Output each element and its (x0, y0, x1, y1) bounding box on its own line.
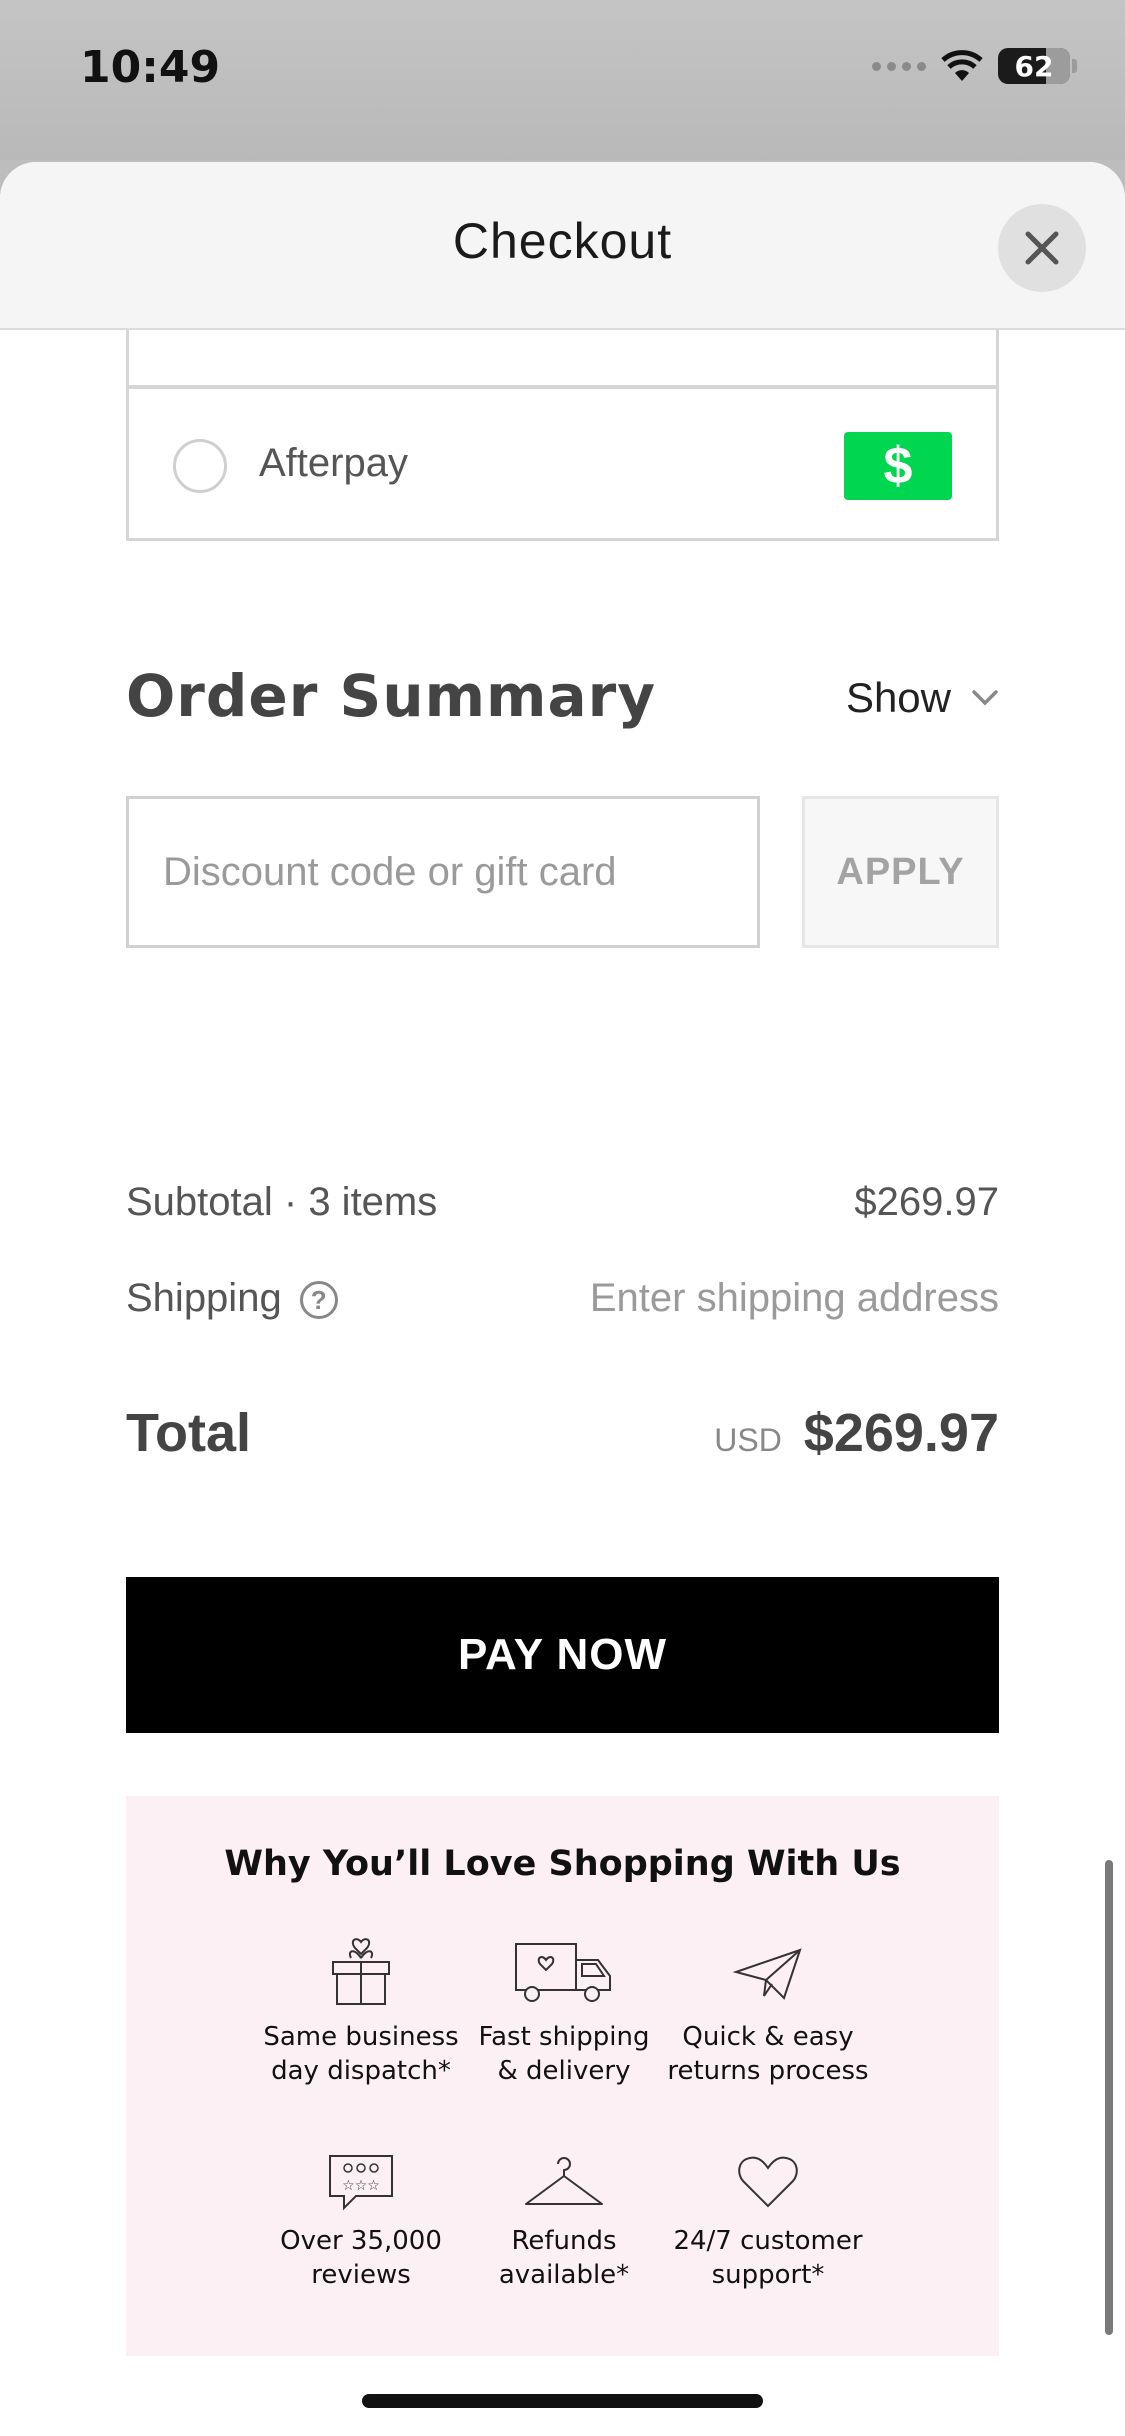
currency-code: USD (714, 1422, 782, 1458)
shipping-label-group: Shipping? (126, 1276, 338, 1321)
total-value: $269.97 (803, 1403, 999, 1463)
feature-fast-shipping: Fast shipping & delivery (449, 1936, 679, 2088)
total-row: Total USD $269.97 (126, 1402, 999, 1464)
feature-line2: reviews (311, 2260, 411, 2290)
order-summary-title: Order Summary (126, 662, 657, 730)
total-amount-group: USD $269.97 (714, 1402, 999, 1464)
close-icon (1025, 231, 1059, 265)
benefits-title: Why You’ll Love Shopping With Us (224, 1844, 901, 1884)
payment-option-label: Afterpay (259, 441, 408, 485)
radio-button[interactable] (173, 439, 227, 493)
feature-customer-support: 24/7 customer support* (653, 2152, 883, 2292)
feature-line2: available* (498, 2260, 630, 2290)
chevron-down-icon (972, 690, 998, 706)
feature-line1: Refunds (511, 2226, 617, 2256)
shipping-value: Enter shipping address (589, 1276, 999, 1320)
apply-button[interactable]: APPLY (802, 796, 999, 948)
shipping-row: Shipping? Enter shipping address (126, 1276, 999, 1321)
sheet-header: Checkout (0, 162, 1125, 330)
shipping-label: Shipping (126, 1276, 282, 1320)
feature-same-day-dispatch: Same business day dispatch* (246, 1936, 476, 2088)
battery-level: 62 (1014, 49, 1054, 83)
wifi-icon (941, 50, 983, 81)
sheet-title: Checkout (452, 213, 673, 269)
status-bar: 10:49 62 (0, 0, 1125, 160)
help-icon[interactable]: ? (299, 1281, 338, 1320)
payment-option-afterpay[interactable]: Afterpay $ (126, 386, 999, 541)
gift-box-icon (332, 1938, 390, 2005)
review-bubble-icon: ☆☆☆ (329, 2155, 393, 2211)
feature-line2: returns process (667, 2056, 869, 2086)
feature-line2: day dispatch* (271, 2056, 451, 2086)
feature-refunds: Refunds available* (449, 2152, 679, 2292)
status-icons: 62 (872, 48, 1077, 84)
total-label: Total (126, 1403, 251, 1463)
battery-icon: 62 (998, 48, 1070, 84)
scrollbar[interactable] (1105, 1860, 1113, 2335)
subtotal-label: Subtotal · 3 items (126, 1180, 438, 1224)
home-indicator[interactable] (362, 2394, 763, 2408)
status-time: 10:49 (80, 42, 221, 93)
battery-cap (1072, 59, 1077, 73)
feature-line1: Same business (263, 2022, 459, 2052)
discount-code-input[interactable] (126, 796, 760, 948)
close-button[interactable] (998, 204, 1086, 292)
checkout-sheet: Checkout Afterpay $ Order Summary Show A… (0, 162, 1125, 2436)
delivery-truck-icon (515, 1943, 611, 2002)
hanger-icon (525, 2157, 603, 2205)
show-toggle-label: Show (845, 674, 951, 721)
cash-app-icon: $ (844, 432, 952, 500)
feature-reviews: ☆☆☆ Over 35,000 reviews (246, 2152, 476, 2292)
feature-easy-returns: Quick & easy returns process (653, 1936, 883, 2088)
svg-text:☆☆☆: ☆☆☆ (342, 2178, 380, 2194)
feature-line2: & delivery (497, 2056, 631, 2086)
cellular-signal-icon (872, 61, 926, 71)
benefits-panel: Why You’ll Love Shopping With Us Same bu… (126, 1796, 999, 2356)
show-summary-toggle[interactable]: Show (846, 674, 999, 722)
feature-line1: Over 35,000 (280, 2226, 442, 2256)
heart-icon (738, 2156, 798, 2208)
subtotal-row: Subtotal · 3 items $269.97 (126, 1180, 999, 1225)
subtotal-value: $269.97 (854, 1180, 999, 1224)
pay-now-button[interactable]: PAY NOW (126, 1577, 999, 1733)
feature-line1: Fast shipping (478, 2022, 650, 2052)
feature-line1: 24/7 customer (673, 2226, 863, 2256)
feature-line1: Quick & easy (682, 2022, 854, 2052)
feature-line2: support* (711, 2260, 825, 2290)
paper-plane-icon (732, 1948, 802, 2000)
